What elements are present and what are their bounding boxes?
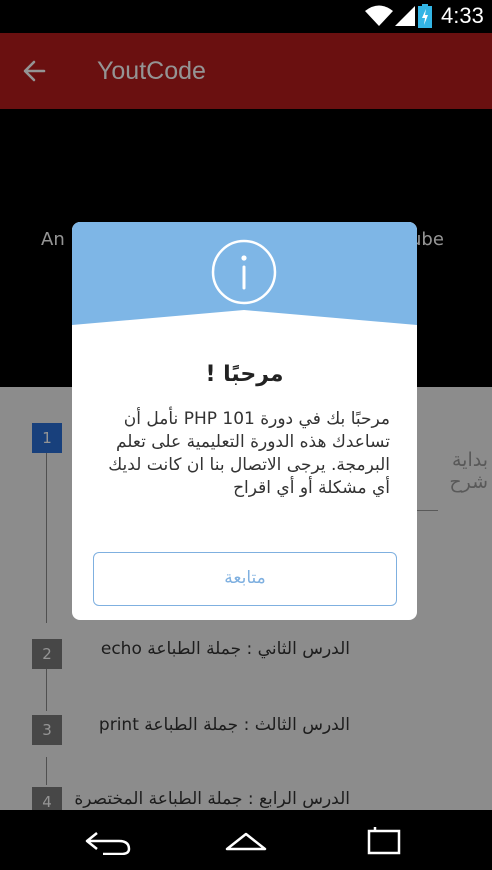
navigation-bar: [0, 810, 492, 870]
continue-button[interactable]: متابعة: [93, 552, 397, 606]
recents-nav-icon[interactable]: [361, 827, 411, 855]
welcome-dialog: مرحبًا ! مرحبًا بك في دورة PHP 101 نأمل …: [72, 222, 417, 620]
wifi-icon: [365, 5, 393, 26]
back-nav-icon[interactable]: [83, 827, 133, 855]
dialog-message: مرحبًا بك في دورة PHP 101 نأمل أن تساعدك…: [108, 409, 390, 498]
status-time: 4:33: [441, 3, 484, 28]
signal-icon: [395, 6, 415, 26]
dialog-title: مرحبًا !: [205, 362, 284, 387]
status-bar: 4:33: [0, 0, 492, 33]
info-icon: [211, 239, 277, 305]
home-nav-icon[interactable]: [221, 827, 271, 855]
battery-charging-icon: [418, 4, 432, 28]
